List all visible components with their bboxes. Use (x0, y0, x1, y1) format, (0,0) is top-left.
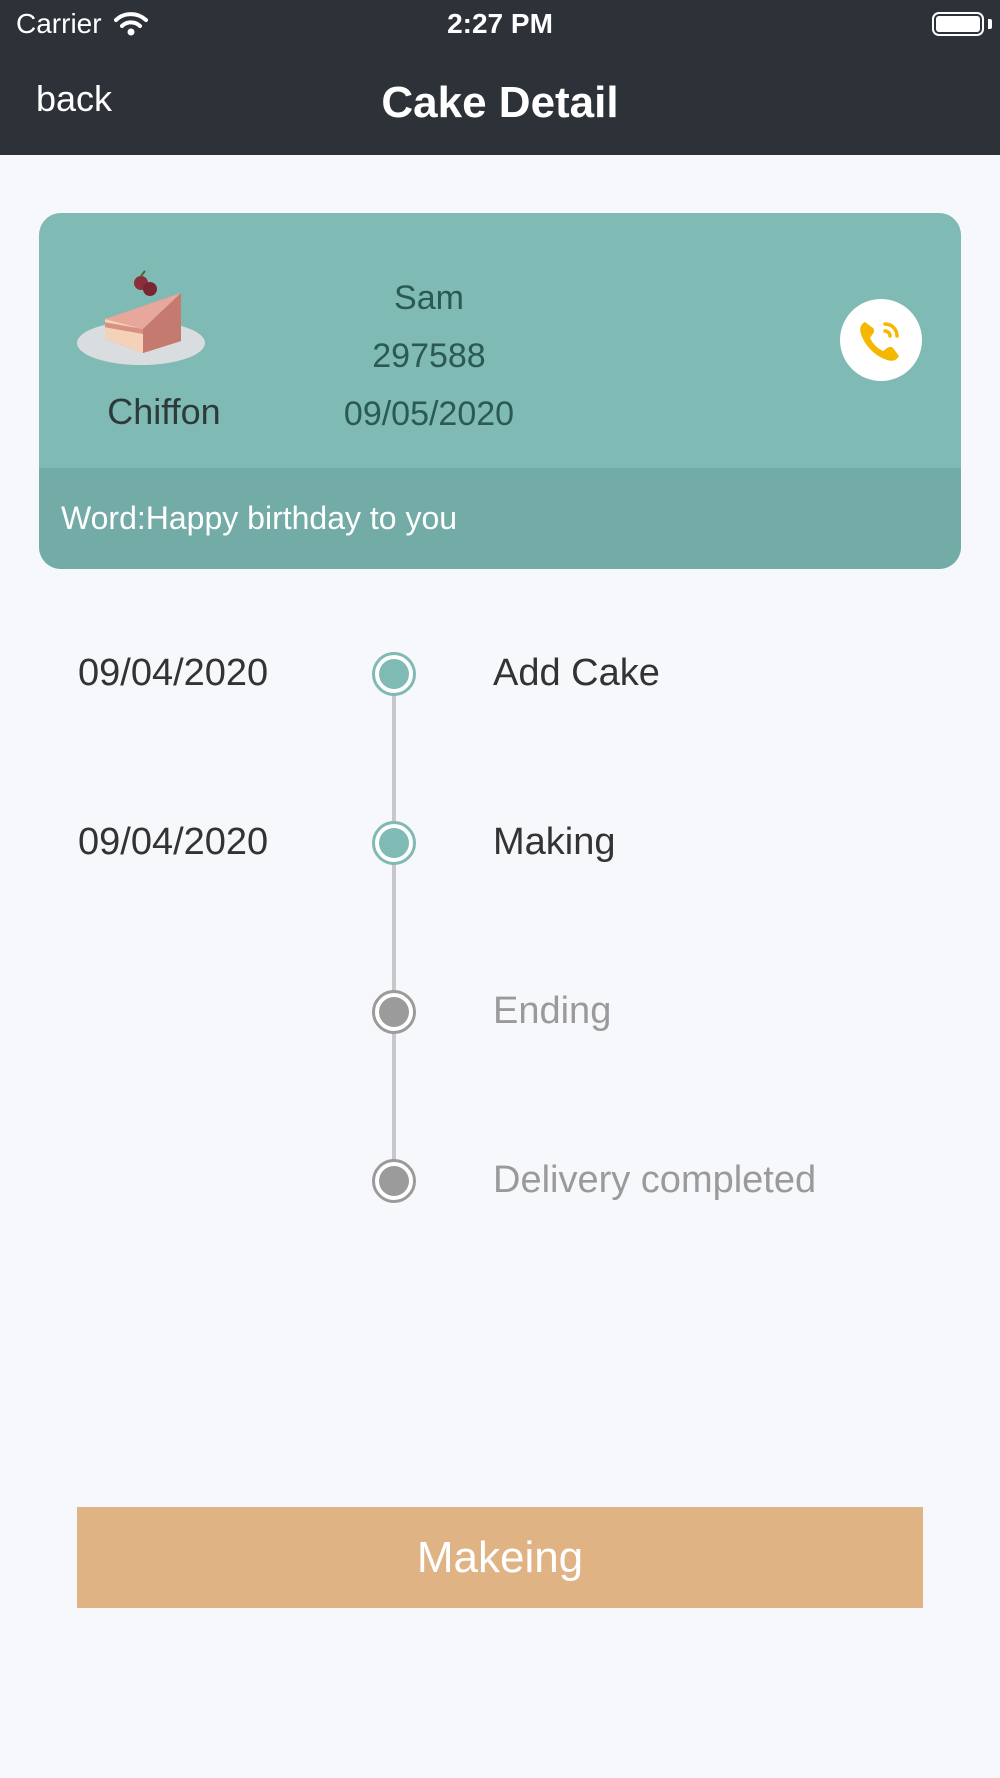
timeline-step: Ending (0, 982, 1000, 1042)
timeline-step: 09/04/2020 Add Cake (0, 644, 1000, 704)
page-title: Cake Detail (381, 78, 619, 127)
battery-nub (988, 19, 992, 29)
step-label: Delivery completed (493, 1159, 817, 1201)
step-pending-dot-icon (372, 990, 416, 1034)
status-time: 2:27 PM (447, 8, 553, 39)
order-card: Chiffon Sam 297588 09/05/2020 Word:Happy… (39, 213, 961, 569)
timeline-step: Delivery completed (0, 1151, 1000, 1211)
step-done-dot-icon (372, 652, 416, 696)
cake-slice-icon (77, 270, 205, 365)
message-word: Word:Happy birthday to you (39, 468, 961, 569)
step-done-dot-icon (372, 821, 416, 865)
step-label: Ending (493, 990, 612, 1032)
customer-name: Sam (394, 279, 464, 317)
step-date: 09/04/2020 (78, 652, 269, 694)
order-number: 297588 (372, 337, 486, 375)
timeline-step: 09/04/2020 Making (0, 813, 1000, 873)
step-pending-dot-icon (372, 1159, 416, 1203)
call-button[interactable] (840, 299, 922, 381)
step-label: Add Cake (493, 652, 660, 694)
battery-icon (932, 12, 984, 36)
order-info: Sam 297588 09/05/2020 (269, 269, 589, 443)
step-label: Making (493, 821, 616, 863)
order-date: 09/05/2020 (343, 395, 515, 433)
step-date: 09/04/2020 (78, 821, 269, 863)
cake-name: Chiffon (107, 391, 221, 432)
status-action-button[interactable]: Makeing (77, 1507, 923, 1608)
phone-icon (860, 322, 899, 361)
header: Carrier 2:27 PM back Cake Detail (0, 0, 1000, 155)
timeline-line (392, 674, 396, 1182)
